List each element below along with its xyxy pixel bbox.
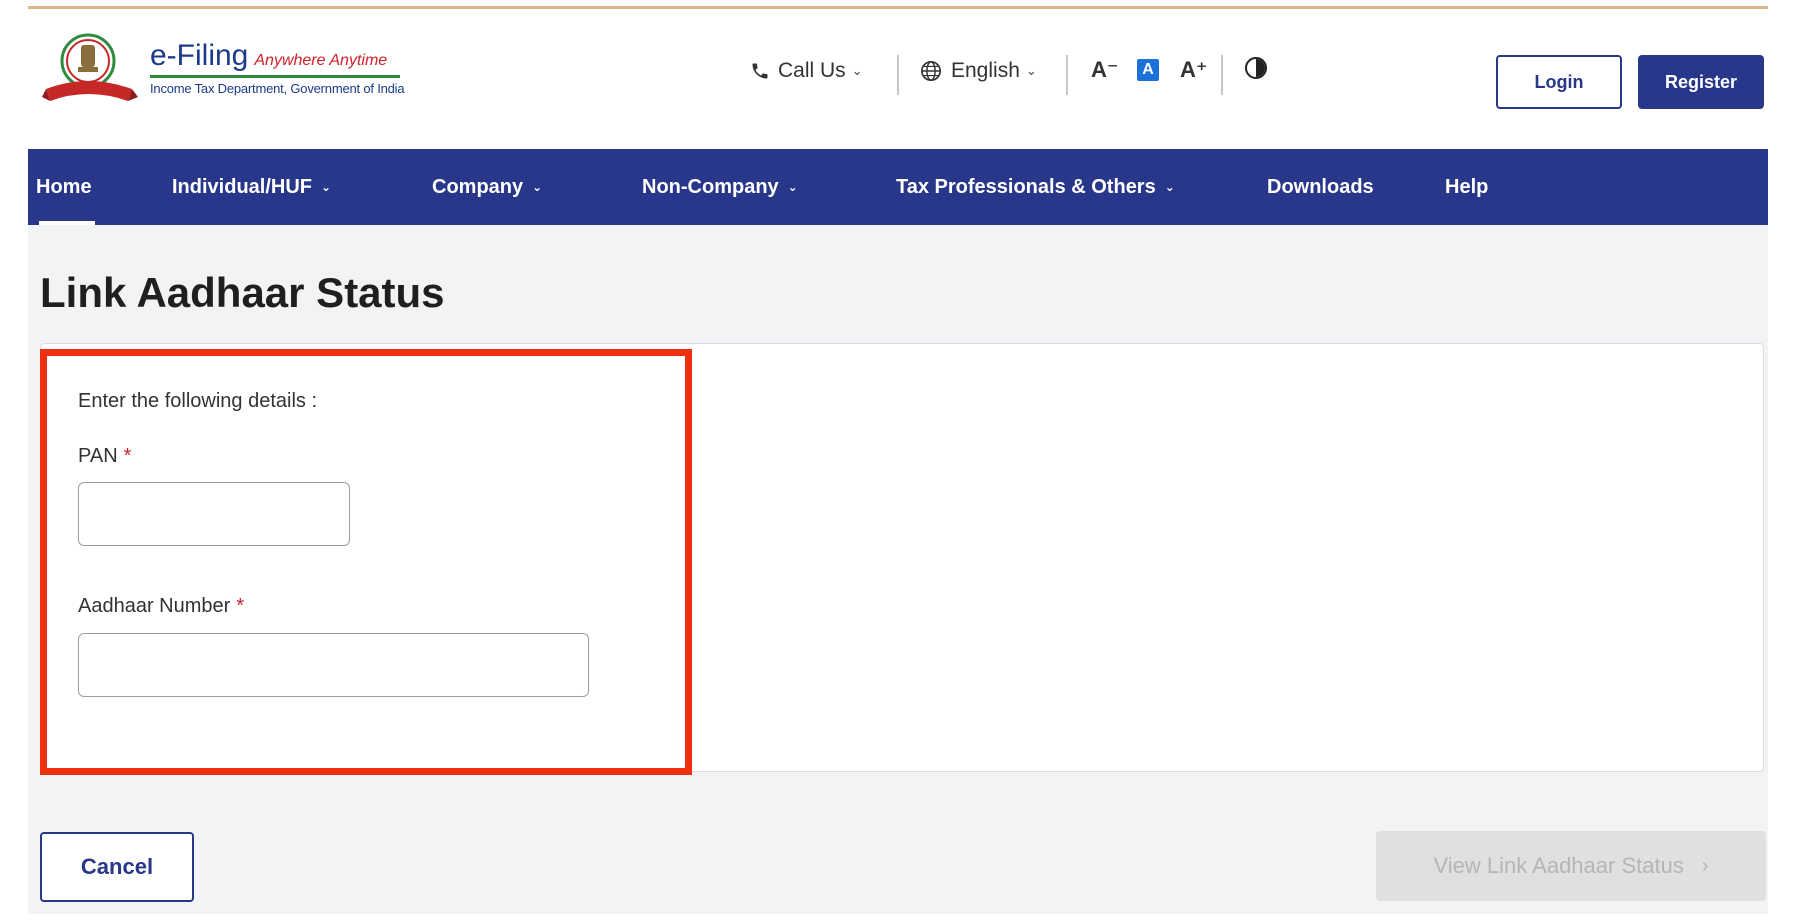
- page-frame: e-Filing Anywhere Anytime Income Tax Depa…: [28, 6, 1768, 914]
- nav-item-label: Downloads: [1267, 175, 1374, 198]
- nav-item-home[interactable]: Home: [36, 149, 92, 225]
- language-label: English: [951, 59, 1020, 82]
- nav-item-label: Tax Professionals & Others: [896, 175, 1156, 198]
- nav-item-help[interactable]: Help: [1445, 149, 1488, 225]
- annotation-highlight-box: [40, 349, 692, 775]
- nav-item-individual-huf[interactable]: Individual/HUF ⌄: [172, 149, 331, 225]
- chevron-down-icon: ⌄: [1025, 63, 1037, 78]
- globe-icon: [921, 61, 941, 81]
- call-us-label: Call Us: [778, 59, 846, 82]
- brand-tagline: Anywhere Anytime: [254, 52, 388, 69]
- phone-icon: [752, 63, 768, 79]
- efiling-logo[interactable]: e-Filing Anywhere Anytime Income Tax Depa…: [42, 31, 412, 107]
- nav-item-label: Individual/HUF: [172, 175, 312, 198]
- font-default-button[interactable]: A: [1137, 59, 1159, 81]
- brand-title: e-Filing Anywhere Anytime: [150, 39, 404, 73]
- brand-text: e-Filing Anywhere Anytime Income Tax Depa…: [150, 39, 405, 96]
- chevron-down-icon: ⌄: [1164, 180, 1175, 194]
- nav-item-label: Help: [1445, 175, 1489, 198]
- font-decrease-button[interactable]: A⁻: [1091, 57, 1119, 83]
- chevron-down-icon: ⌄: [851, 63, 863, 78]
- main-content: Link Aadhaar Status Enter the following …: [28, 225, 1768, 914]
- register-button[interactable]: Register: [1638, 55, 1764, 109]
- font-increase-button[interactable]: A⁺: [1180, 57, 1208, 83]
- nav-item-tax-professionals[interactable]: Tax Professionals & Others ⌄: [896, 149, 1175, 225]
- header-divider: [897, 55, 899, 95]
- header-divider: [1221, 55, 1223, 95]
- header-divider: [1066, 55, 1068, 95]
- language-selector[interactable]: English ⌄: [920, 53, 1037, 89]
- page-title: Link Aadhaar Status: [40, 269, 445, 316]
- call-us-menu[interactable]: Call Us ⌄: [750, 53, 863, 89]
- view-link-aadhaar-status-button[interactable]: View Link Aadhaar Status ›: [1376, 831, 1766, 901]
- view-status-label: View Link Aadhaar Status: [1433, 853, 1684, 878]
- cancel-button[interactable]: Cancel: [40, 832, 194, 902]
- brand-subtitle: Income Tax Department, Government of Ind…: [150, 81, 405, 96]
- nav-item-downloads[interactable]: Downloads: [1267, 149, 1374, 225]
- chevron-right-icon: ›: [1701, 854, 1709, 877]
- chevron-down-icon: ⌄: [321, 180, 332, 194]
- login-button[interactable]: Login: [1496, 55, 1622, 109]
- income-tax-emblem-icon: [42, 33, 138, 101]
- brand-name: e-Filing: [150, 39, 249, 72]
- brand-divider: [150, 75, 400, 78]
- nav-item-label: Home: [36, 175, 92, 198]
- nav-item-label: Company: [432, 175, 524, 198]
- nav-item-non-company[interactable]: Non-Company ⌄: [642, 149, 798, 225]
- site-header: e-Filing Anywhere Anytime Income Tax Depa…: [28, 9, 1768, 149]
- chevron-down-icon: ⌄: [532, 180, 543, 194]
- chevron-down-icon: ⌄: [787, 180, 798, 194]
- nav-item-label: Non-Company: [642, 175, 779, 198]
- nav-item-company[interactable]: Company ⌄: [432, 149, 542, 225]
- main-nav: Home Individual/HUF ⌄ Company ⌄ Non-Comp…: [28, 149, 1768, 225]
- contrast-toggle-icon[interactable]: [1245, 57, 1267, 79]
